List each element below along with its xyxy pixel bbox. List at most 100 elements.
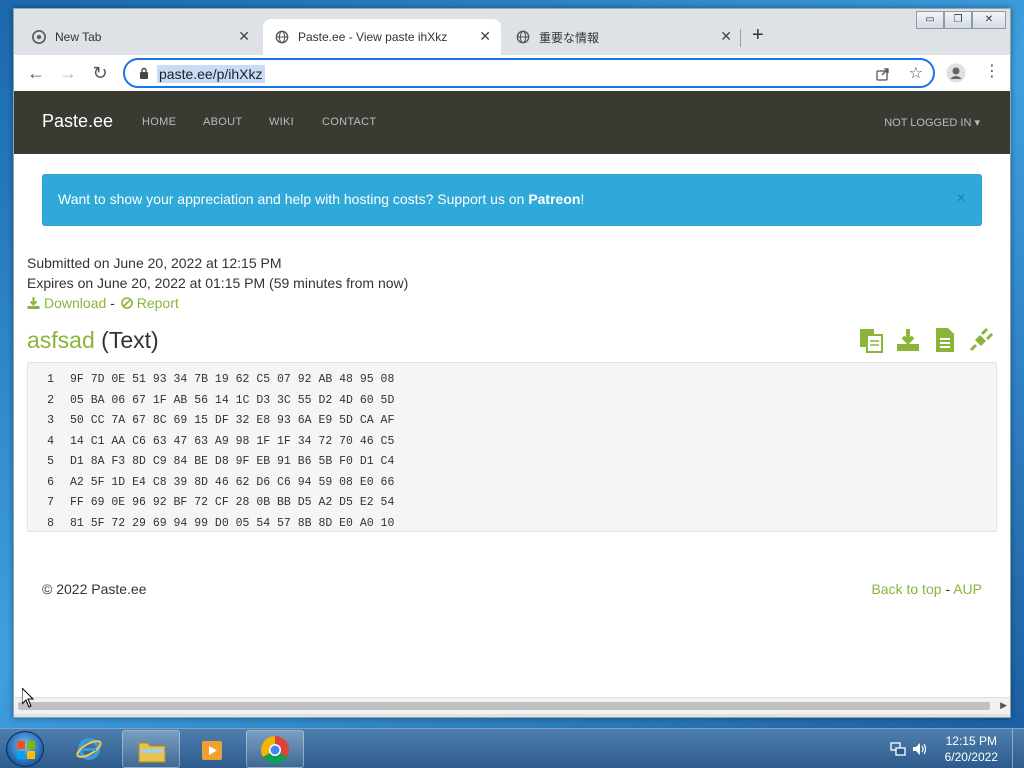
raw-file-icon[interactable]: [932, 327, 958, 353]
show-desktop-button[interactable]: [1012, 729, 1024, 768]
user-menu-label: NOT LOGGED IN: [884, 117, 972, 129]
alert-text: Want to show your appreciation and help …: [58, 191, 529, 207]
actions-separator: -: [110, 295, 115, 311]
code-line: 7 FF 69 0E 96 92 BF 72 CF 28 0B BB D5 A2 …: [28, 496, 996, 517]
internet-explorer-icon: [76, 738, 102, 760]
tab-title: New Tab: [55, 30, 102, 44]
taskbar: 12:15 PM 6/20/2022: [0, 728, 1024, 768]
line-number: 1: [47, 373, 54, 386]
footer-copyright: © 2022 Paste.ee: [42, 581, 147, 597]
code-text: A2 5F 1D E4 C8 39 8D 46 62 D6 C6 94 59 0…: [70, 475, 395, 489]
user-menu[interactable]: NOT LOGGED IN ▾: [884, 116, 980, 129]
caret-down-icon: ▾: [974, 117, 980, 129]
footer-separator: -: [945, 581, 951, 597]
tab-close-icon[interactable]: ✕: [238, 29, 250, 43]
site-brand[interactable]: Paste.ee: [42, 111, 113, 132]
ban-icon: [120, 297, 133, 309]
code-line: 6 A2 5F 1D E4 C8 39 8D 46 62 D6 C6 94 59 …: [28, 476, 996, 497]
windows-logo-icon: [17, 741, 35, 759]
code-line: 5 D1 8A F3 8D C9 84 BE D8 9F EB 91 B6 5B …: [28, 455, 996, 476]
paste-title: asfsad (Text): [27, 327, 159, 354]
copy-clipboard-icon[interactable]: [858, 327, 884, 353]
lock-icon: [140, 67, 148, 79]
clock-time: 12:15 PM: [945, 734, 997, 748]
back-to-top-link[interactable]: Back to top: [871, 581, 941, 597]
bookmark-star-icon[interactable]: ☆: [909, 63, 923, 83]
tab-separator: [740, 29, 741, 47]
tab-title: Paste.ee - View paste ihXkz: [298, 30, 448, 44]
paste-name: asfsad: [27, 327, 95, 353]
download-link[interactable]: Download: [27, 295, 106, 311]
code-text: 05 BA 06 67 1F AB 56 14 1C D3 3C 55 D2 4…: [70, 393, 395, 407]
media-player-icon: [202, 741, 222, 760]
system-tray: 12:15 PM 6/20/2022: [874, 729, 1024, 768]
reload-button[interactable]: ↻: [90, 63, 110, 83]
volume-icon[interactable]: [912, 741, 928, 757]
footer-links: Back to top - AUP: [871, 581, 982, 597]
back-button[interactable]: ←: [26, 63, 46, 83]
share-icon[interactable]: [875, 66, 891, 82]
code-line: 1 9F 7D 0E 51 93 34 7B 19 62 C5 07 92 AB …: [28, 373, 996, 394]
maximize-button[interactable]: ❐: [944, 11, 972, 29]
scrollbar-thumb[interactable]: [18, 702, 990, 710]
report-link[interactable]: Report: [119, 295, 179, 311]
patreon-link[interactable]: Patreon: [528, 191, 580, 207]
site-navbar: Paste.ee HOME ABOUT WIKI CONTACT NOT LOG…: [14, 91, 1010, 154]
paste-actions: Download - Report: [27, 295, 179, 311]
report-label: Report: [136, 295, 179, 311]
paste-type: (Text): [101, 327, 159, 353]
tab-strip: New Tab ✕ Paste.ee - View paste ihXkz ✕ …: [14, 9, 1010, 55]
clock-date: 6/20/2022: [944, 750, 998, 764]
folder-icon: [138, 742, 166, 763]
browser-menu-icon[interactable]: ⋮: [984, 63, 1000, 81]
tab-paste-view[interactable]: Paste.ee - View paste ihXkz ✕: [263, 19, 501, 55]
taskbar-media-player[interactable]: [184, 730, 242, 768]
aup-link[interactable]: AUP: [953, 581, 982, 597]
paste-content[interactable]: 1 9F 7D 0E 51 93 34 7B 19 62 C5 07 92 AB …: [27, 362, 997, 532]
submitted-date: Submitted on June 20, 2022 at 12:15 PM: [27, 255, 282, 271]
scroll-right-arrow-icon[interactable]: ▶: [1000, 700, 1007, 711]
tab-important-info[interactable]: 重要な情報 ✕: [504, 19, 742, 55]
chrome-icon: [32, 30, 46, 44]
alert-suffix: !: [580, 191, 585, 207]
nav-wiki[interactable]: WIKI: [269, 116, 294, 128]
taskbar-chrome[interactable]: [246, 730, 304, 768]
plug-icon[interactable]: [968, 327, 994, 353]
code-line: 2 05 BA 06 67 1F AB 56 14 1C D3 3C 55 D2 …: [28, 394, 996, 415]
nav-about[interactable]: ABOUT: [203, 116, 242, 128]
code-text: D1 8A F3 8D C9 84 BE D8 9F EB 91 B6 5B F…: [70, 455, 395, 468]
forward-button[interactable]: →: [58, 63, 78, 83]
browser-window: New Tab ✕ Paste.ee - View paste ihXkz ✕ …: [13, 8, 1011, 718]
nav-contact[interactable]: CONTACT: [322, 116, 376, 128]
new-tab-button[interactable]: +: [752, 25, 764, 45]
tab-close-icon[interactable]: ✕: [720, 29, 732, 43]
tab-new-tab[interactable]: New Tab ✕: [20, 19, 260, 55]
alert-close-icon[interactable]: ×: [957, 190, 966, 208]
close-window-button[interactable]: ✕: [972, 11, 1006, 29]
taskbar-internet-explorer[interactable]: [60, 730, 118, 768]
tab-close-icon[interactable]: ✕: [479, 29, 491, 43]
code-text: 9F 7D 0E 51 93 34 7B 19 62 C5 07 92 AB 4…: [70, 373, 395, 386]
minimize-button[interactable]: ▭: [916, 11, 944, 29]
tab-title: 重要な情報: [539, 30, 600, 45]
taskbar-file-explorer[interactable]: [122, 730, 180, 768]
nav-home[interactable]: HOME: [142, 116, 176, 128]
browser-toolbar: ← → ↻ paste.ee/p/ihXkz ☆ ⋮: [14, 55, 1010, 91]
address-bar[interactable]: paste.ee/p/ihXkz ☆: [123, 58, 935, 88]
start-button[interactable]: [6, 731, 44, 767]
download-icon: [27, 297, 40, 309]
line-number: 7: [47, 496, 54, 509]
profile-avatar-icon[interactable]: [946, 63, 966, 83]
horizontal-scrollbar[interactable]: ▶: [14, 697, 1010, 714]
network-icon[interactable]: [890, 741, 906, 757]
url-text[interactable]: paste.ee/p/ihXkz: [157, 65, 265, 83]
download-label: Download: [44, 295, 107, 311]
expires-date: Expires on June 20, 2022 at 01:15 PM (59…: [27, 275, 409, 291]
line-number: 4: [47, 434, 54, 448]
line-number: 5: [47, 455, 54, 468]
download-raw-icon[interactable]: [895, 327, 921, 353]
code-line: 8 81 5F 72 29 69 94 99 D0 05 54 57 8B 8D …: [28, 517, 996, 538]
taskbar-clock[interactable]: 12:15 PM 6/20/2022: [945, 733, 998, 765]
line-number: 2: [47, 393, 54, 407]
line-number: 3: [47, 414, 54, 427]
